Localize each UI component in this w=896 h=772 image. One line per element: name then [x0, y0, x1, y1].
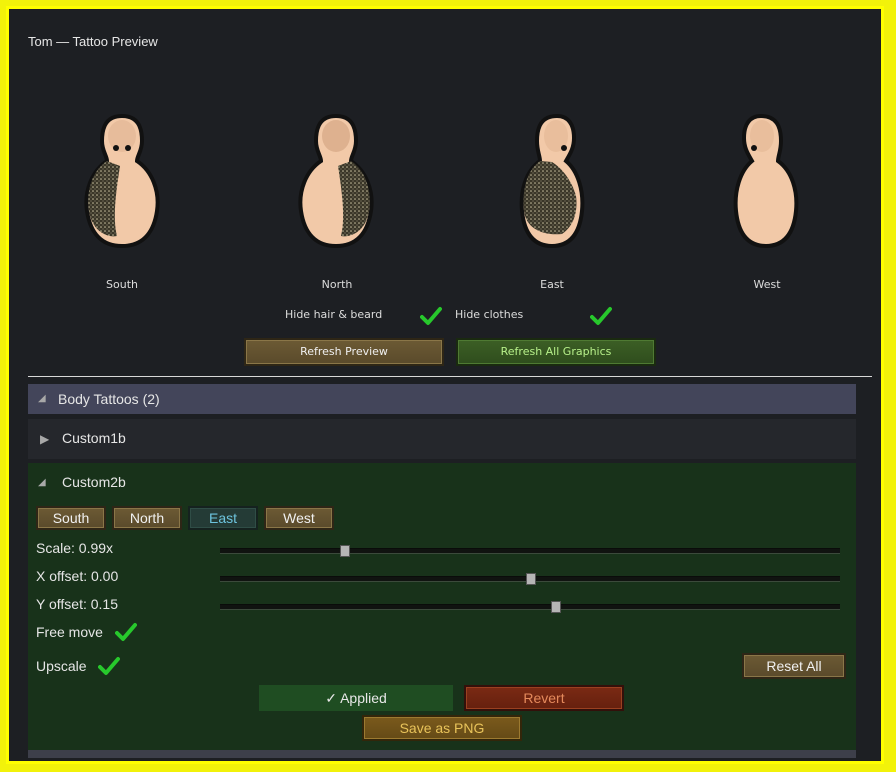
upscale-label: Upscale	[36, 658, 87, 674]
pawn-north-preview	[298, 113, 374, 249]
direction-label-east: East	[540, 278, 564, 291]
direction-label-south: South	[106, 278, 138, 291]
section-divider	[28, 376, 872, 377]
direction-label-west: West	[753, 278, 781, 291]
pawn-west-preview	[733, 113, 799, 249]
dir-button-south[interactable]: South	[36, 506, 106, 530]
hide-hair-label: Hide hair & beard	[285, 308, 383, 321]
body-tattoos-title: Body Tattoos (2)	[58, 391, 160, 407]
x-offset-slider[interactable]	[220, 573, 840, 585]
hide-clothes-checkbox[interactable]	[590, 306, 612, 326]
expand-triangle-icon: ▶	[40, 432, 50, 446]
save-as-png-button[interactable]: Save as PNG	[362, 715, 522, 741]
refresh-preview-button[interactable]: Refresh Preview	[244, 338, 444, 366]
body-tattoos-header[interactable]: ◢ Body Tattoos (2)	[28, 384, 856, 414]
hide-hair-checkbox[interactable]	[420, 306, 442, 326]
window-title: Tom — Tattoo Preview	[28, 34, 158, 49]
x-offset-slider-thumb[interactable]	[526, 573, 536, 585]
x-offset-label: X offset: 0.00	[36, 568, 119, 584]
collapse-triangle-icon: ◢	[38, 393, 46, 404]
scale-slider-thumb[interactable]	[340, 545, 350, 557]
dir-button-north[interactable]: North	[112, 506, 182, 530]
direction-label-north: North	[321, 278, 353, 291]
scale-label: Scale: 0.99x	[36, 540, 114, 556]
pawn-east-preview	[519, 113, 585, 249]
upscale-checkbox[interactable]	[98, 656, 120, 676]
reset-all-button[interactable]: Reset All	[742, 653, 846, 679]
y-offset-slider-thumb[interactable]	[550, 601, 561, 613]
tattoo-name: Custom1b	[62, 430, 126, 446]
pawn-south-preview	[84, 113, 160, 249]
tattoo-item-custom1b[interactable]: ▶ Custom1b	[28, 419, 856, 459]
tattoo-preview-window: Tom — Tattoo Preview South North East We…	[10, 10, 878, 758]
free-move-checkbox[interactable]	[115, 622, 137, 642]
applied-status: ✓ Applied	[259, 685, 453, 711]
next-section-strip	[28, 750, 856, 758]
hide-clothes-label: Hide clothes	[455, 308, 524, 321]
dir-button-east[interactable]: East	[188, 506, 258, 530]
free-move-label: Free move	[36, 624, 103, 640]
revert-button[interactable]: Revert	[464, 685, 624, 711]
collapse-triangle-icon[interactable]: ◢	[38, 477, 46, 488]
dir-button-west[interactable]: West	[264, 506, 334, 530]
y-offset-label: Y offset: 0.15	[36, 596, 118, 612]
tattoo-name: Custom2b	[62, 474, 126, 490]
scale-slider[interactable]	[220, 545, 840, 557]
refresh-all-graphics-button[interactable]: Refresh All Graphics	[456, 338, 656, 366]
y-offset-slider[interactable]	[220, 601, 840, 613]
